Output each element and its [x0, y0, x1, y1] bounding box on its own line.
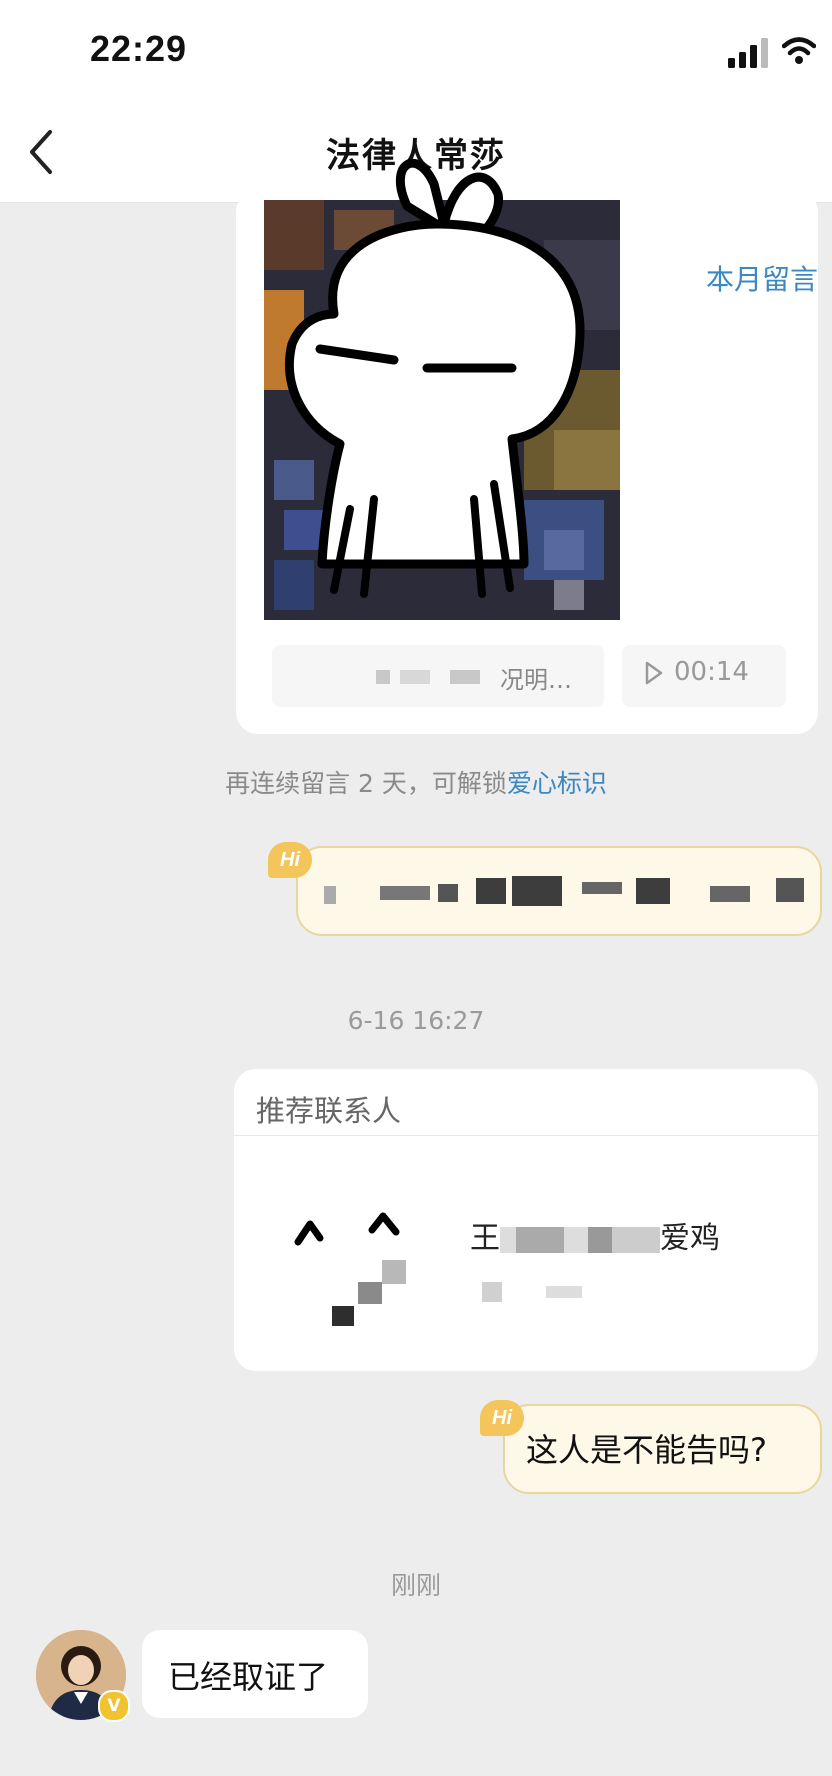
- recommended-contact-header: 推荐联系人: [256, 1094, 402, 1128]
- contact-avatar[interactable]: [280, 1180, 430, 1340]
- blurred-text: [710, 886, 750, 902]
- contact-name-start: 王: [470, 1221, 500, 1256]
- unlock-hint-text: 再连续留言 2 天，可解锁: [225, 769, 507, 798]
- hi-badge-icon: Hi: [268, 842, 312, 878]
- heart-badge-link[interactable]: 爱心标识: [507, 769, 607, 798]
- status-time: 22:29: [90, 28, 188, 69]
- preview-text: 况明…: [500, 666, 572, 694]
- message-text: 已经取证了: [168, 1658, 329, 1696]
- blurred-text: [438, 884, 458, 902]
- divider: [234, 1135, 818, 1136]
- contact-name-end: 爱鸡: [660, 1221, 720, 1256]
- signal-icon: [728, 38, 768, 68]
- play-icon[interactable]: [644, 660, 664, 686]
- blurred-text: [776, 878, 804, 902]
- verified-badge-icon: V: [98, 1690, 130, 1722]
- blurred-text: [400, 670, 430, 684]
- rabbit-sticker-icon: [284, 158, 585, 598]
- status-bar: 22:29: [0, 0, 832, 100]
- contact-name: 王 爱鸡: [470, 1213, 720, 1257]
- audio-duration: 00:14: [674, 657, 749, 687]
- timestamp: 刚刚: [390, 1571, 441, 1600]
- blurred-text: [380, 886, 430, 900]
- unlock-hint: 再连续留言 2 天，可解锁爱心标识: [0, 764, 832, 800]
- timestamp: 6-16 16:27: [347, 1006, 485, 1035]
- blurred-text: [482, 1282, 502, 1302]
- month-messages-link[interactable]: 本月留言: [706, 258, 818, 298]
- blurred-text: [450, 670, 480, 684]
- blurred-text: [324, 886, 336, 904]
- hi-badge-icon: Hi: [480, 1400, 524, 1436]
- blurred-text: [546, 1286, 582, 1298]
- blurred-text: [500, 1226, 660, 1253]
- message-text: 这人是不能告吗?: [526, 1431, 767, 1469]
- wifi-icon: [782, 37, 816, 64]
- blurred-text: [512, 876, 562, 906]
- blurred-text: [376, 670, 390, 684]
- blurred-text: [582, 882, 622, 894]
- blurred-text: [476, 878, 506, 904]
- blurred-text: [636, 878, 670, 904]
